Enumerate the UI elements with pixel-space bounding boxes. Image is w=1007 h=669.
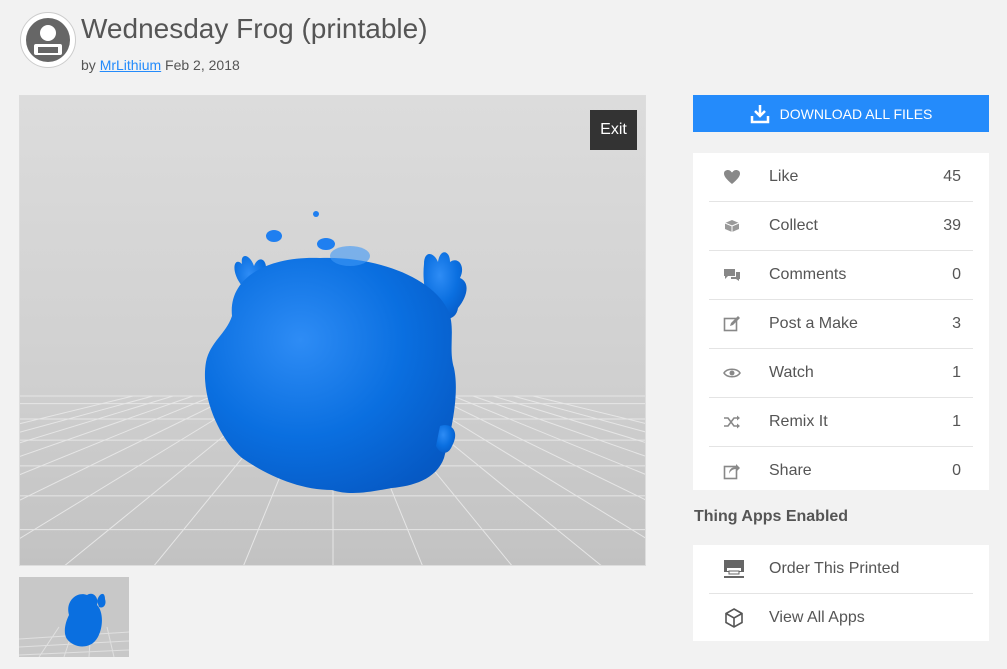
collect-icon [709, 218, 755, 234]
printer-icon [709, 559, 755, 579]
apps-panel: Order This Printed View All Apps [693, 545, 989, 641]
3d-viewer[interactable]: Exit [19, 95, 646, 566]
stats-panel: Like 45 Collect 39 Comments 0 Post a Mak… [693, 153, 989, 490]
share-label: Share [769, 462, 812, 479]
comments-row[interactable]: Comments 0 [709, 251, 973, 300]
post-make-count: 3 [952, 315, 961, 332]
view-all-apps-row[interactable]: View All Apps [709, 594, 973, 642]
watch-label: Watch [769, 364, 814, 381]
model-render[interactable] [20, 96, 646, 566]
publish-date: Feb 2, 2018 [165, 57, 240, 73]
watch-row[interactable]: Watch 1 [709, 349, 973, 398]
comments-label: Comments [769, 266, 847, 283]
exit-button[interactable]: Exit [590, 110, 637, 150]
avatar[interactable] [20, 12, 76, 68]
order-printed-label: Order This Printed [769, 560, 900, 577]
remix-label: Remix It [769, 413, 828, 430]
comments-icon [709, 267, 755, 283]
remix-row[interactable]: Remix It 1 [709, 398, 973, 447]
byline: by MrLithium Feb 2, 2018 [81, 57, 240, 73]
download-label: DOWNLOAD ALL FILES [779, 105, 933, 122]
collect-label: Collect [769, 217, 818, 234]
share-count: 0 [952, 462, 961, 479]
like-row[interactable]: Like 45 [709, 153, 973, 202]
remix-count: 1 [952, 413, 961, 430]
comments-count: 0 [952, 266, 961, 283]
shuffle-icon [709, 414, 755, 430]
thing-header: Wednesday Frog (printable) by MrLithium … [20, 12, 720, 82]
like-count: 45 [943, 168, 961, 185]
user-icon [22, 14, 74, 66]
author-link[interactable]: MrLithium [100, 57, 161, 73]
thumbnail-image [19, 577, 129, 657]
view-all-apps-label: View All Apps [769, 609, 865, 626]
page-title: Wednesday Frog (printable) [81, 13, 428, 44]
watch-count: 1 [952, 364, 961, 381]
apps-heading: Thing Apps Enabled [694, 508, 849, 525]
collect-row[interactable]: Collect 39 [709, 202, 973, 251]
share-icon [709, 462, 755, 480]
thumbnail[interactable] [19, 577, 129, 657]
collect-count: 39 [943, 217, 961, 234]
share-row[interactable]: Share 0 [709, 447, 973, 495]
post-make-label: Post a Make [769, 315, 858, 332]
cube-icon [709, 607, 755, 629]
by-label: by [81, 57, 96, 73]
heart-icon [709, 169, 755, 185]
order-printed-row[interactable]: Order This Printed [709, 545, 973, 594]
post-make-row[interactable]: Post a Make 3 [709, 300, 973, 349]
like-label: Like [769, 168, 799, 185]
download-all-button[interactable]: DOWNLOAD ALL FILES [693, 95, 989, 132]
eye-icon [709, 366, 755, 380]
post-make-icon [709, 315, 755, 333]
download-icon [750, 104, 770, 124]
